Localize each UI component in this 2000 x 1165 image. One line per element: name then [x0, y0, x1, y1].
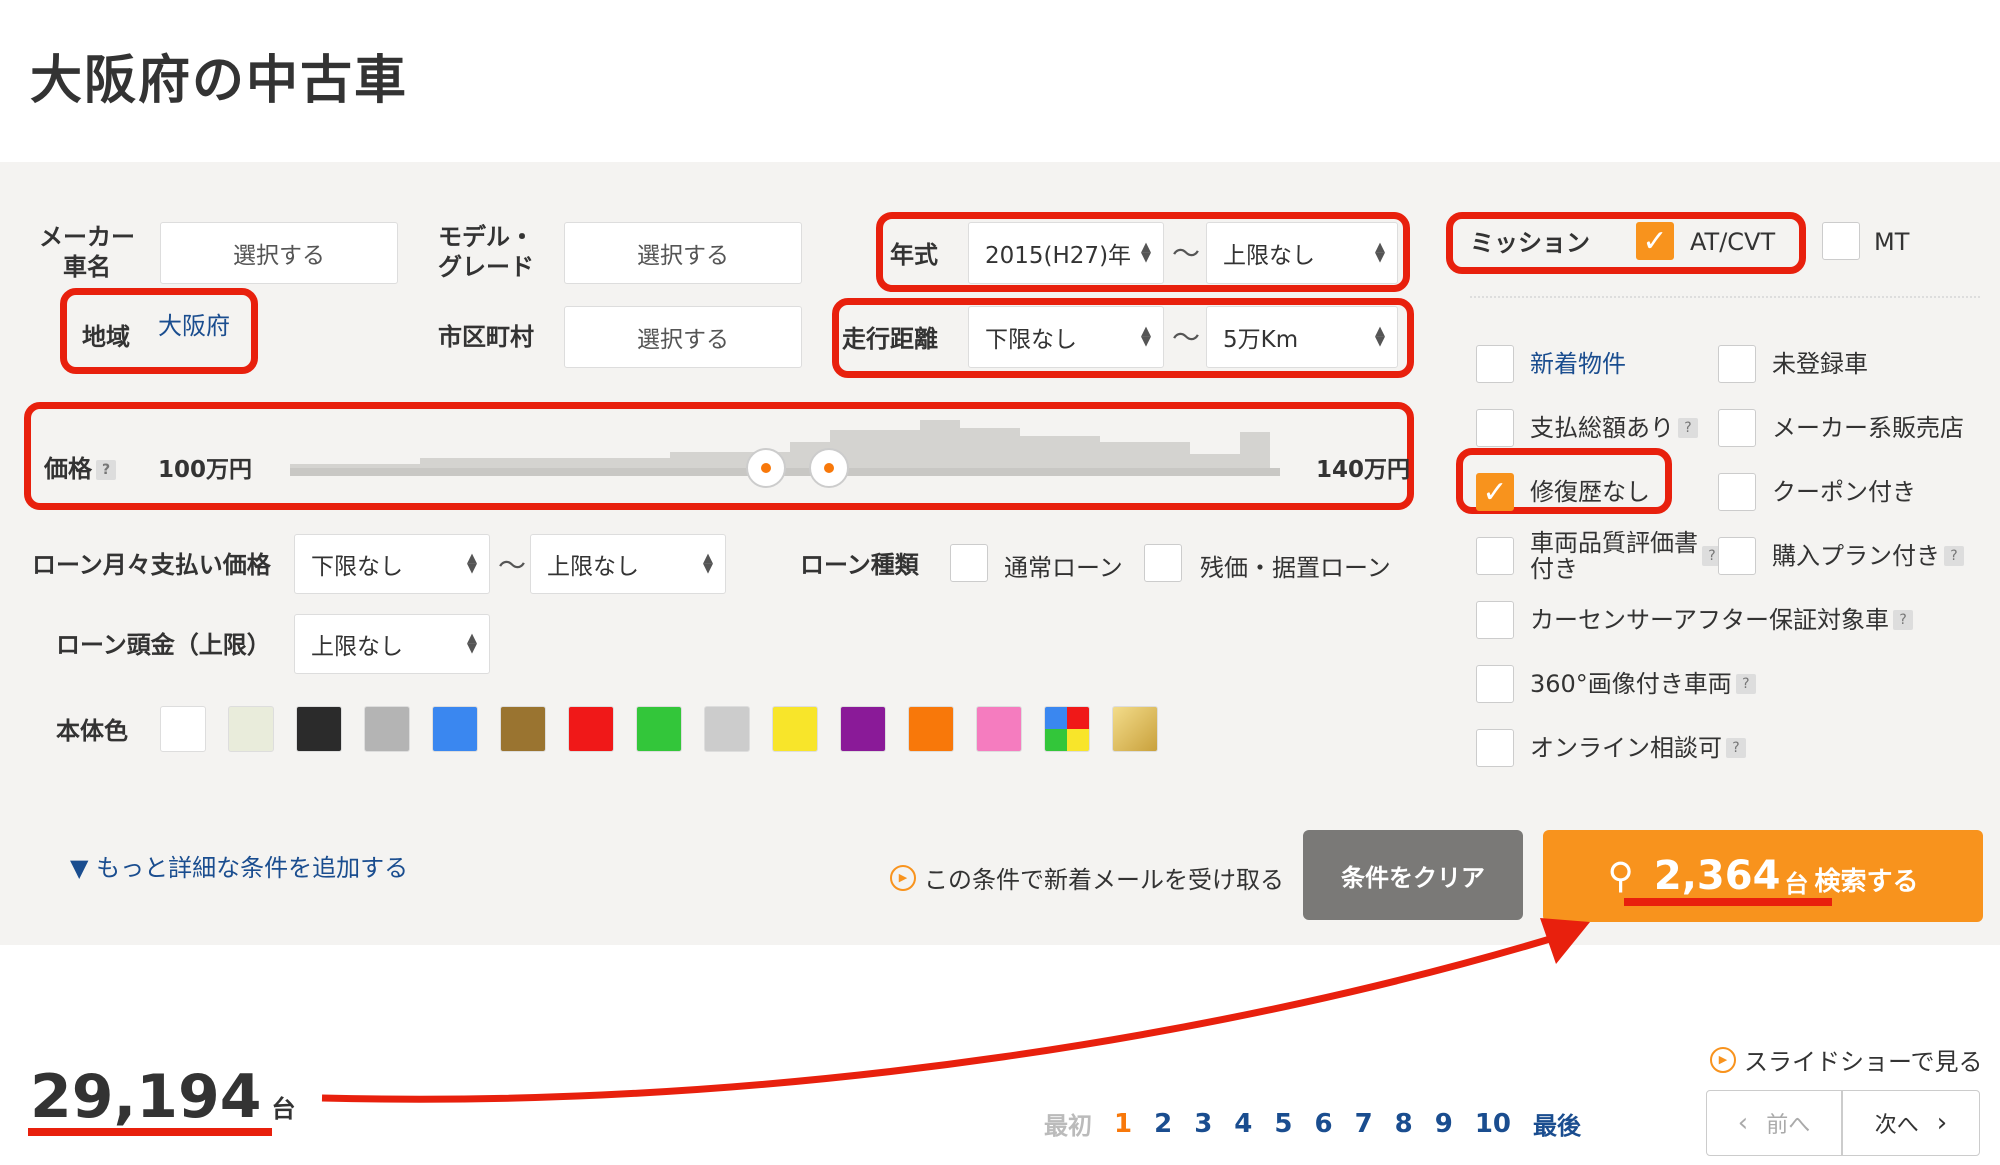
next-page-button[interactable]: 次へ ›	[1842, 1090, 1980, 1156]
page-first: 最初	[1044, 1112, 1092, 1140]
prev-label: 前へ	[1766, 1113, 1811, 1138]
page-link-8[interactable]: 8	[1395, 1109, 1413, 1139]
play-circle-icon: ▶	[1710, 1046, 1736, 1073]
slideshow-link[interactable]: ▶ スライドショーで見る	[1710, 1042, 1983, 1077]
chevron-right-icon: ›	[1936, 1108, 1948, 1138]
prev-page-button[interactable]: ‹ 前へ	[1706, 1090, 1842, 1156]
page-link-10[interactable]: 10	[1475, 1109, 1511, 1139]
page-link-9[interactable]: 9	[1435, 1109, 1453, 1139]
page-link-6[interactable]: 6	[1314, 1109, 1332, 1139]
page-link-4[interactable]: 4	[1234, 1109, 1252, 1139]
page-link-2[interactable]: 2	[1154, 1109, 1172, 1139]
page-link-7[interactable]: 7	[1355, 1109, 1373, 1139]
next-label: 次へ	[1874, 1113, 1919, 1138]
slideshow-text: スライドショーで見る	[1744, 1048, 1983, 1076]
page-link-3[interactable]: 3	[1194, 1109, 1212, 1139]
chevron-left-icon: ‹	[1737, 1108, 1749, 1138]
page-link-1[interactable]: 1	[1114, 1109, 1132, 1139]
annotation-arrow	[321, 918, 1590, 1103]
pagination: 最初 1 2 3 4 5 6 7 8 9 10 最後	[1044, 1106, 1581, 1141]
page-link-5[interactable]: 5	[1274, 1109, 1292, 1139]
page-last[interactable]: 最後	[1533, 1106, 1581, 1141]
